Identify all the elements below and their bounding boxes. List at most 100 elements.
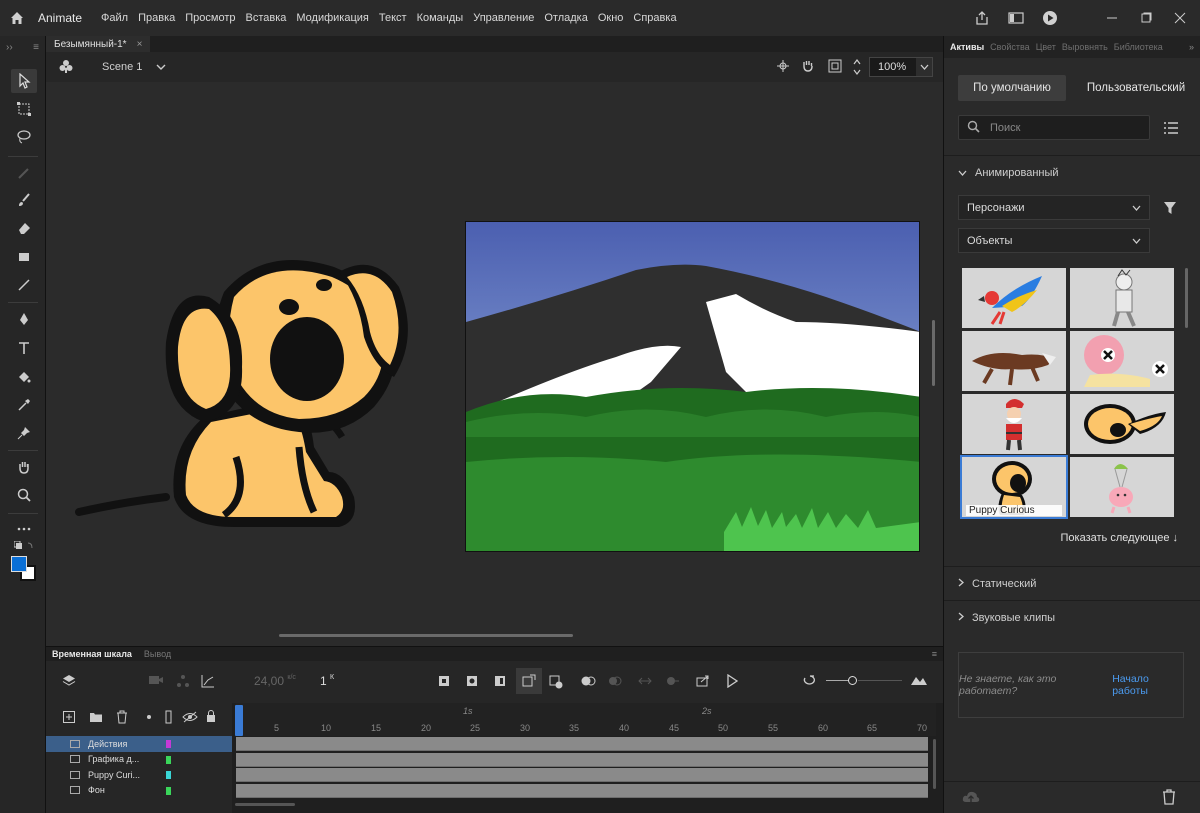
snap-icon[interactable] (776, 59, 790, 76)
menu-window[interactable]: Окно (593, 12, 629, 24)
menu-text[interactable]: Текст (374, 12, 412, 24)
paint-bucket-tool-icon[interactable] (11, 365, 37, 389)
show-next-link[interactable]: Показать следующее ↓ (1061, 532, 1179, 544)
play-icon[interactable] (726, 673, 739, 691)
asset-mummy[interactable] (1070, 268, 1174, 328)
rotate-stage-icon[interactable] (800, 59, 816, 76)
asset-dog-running[interactable] (1070, 394, 1174, 454)
loop-icon[interactable] (802, 675, 816, 690)
assets-scrollbar[interactable] (1185, 268, 1188, 328)
minimize-icon[interactable] (1102, 8, 1122, 28)
playhead[interactable] (235, 705, 243, 736)
custom-assets-button[interactable]: Пользовательский (1080, 75, 1192, 101)
edit-multiple-frames-icon[interactable] (608, 675, 622, 690)
section-sound-clips[interactable]: Звуковые клипы (944, 600, 1200, 634)
brush-tool-icon[interactable] (11, 188, 37, 212)
onion-skin-icon[interactable] (580, 675, 596, 690)
menu-view[interactable]: Просмотр (180, 12, 240, 24)
frame-row[interactable] (236, 752, 928, 767)
tab-properties[interactable]: Свойства (990, 42, 1030, 52)
menu-control[interactable]: Управление (468, 12, 539, 24)
filter-icon[interactable] (1163, 201, 1177, 218)
camera-icon[interactable] (148, 674, 164, 689)
visibility-icon[interactable] (182, 711, 198, 726)
layer-row-graphics[interactable]: Графика д... (46, 752, 232, 768)
menu-debug[interactable]: Отладка (539, 12, 592, 24)
layers-icon[interactable] (62, 674, 76, 691)
fps-display[interactable]: 24,00 к/с (254, 674, 296, 688)
menu-edit[interactable]: Правка (133, 12, 180, 24)
asset-wolf[interactable] (962, 331, 1066, 391)
insert-frame-icon[interactable] (494, 675, 506, 690)
lasso-tool-icon[interactable] (11, 125, 37, 149)
frames-vertical-scrollbar[interactable] (933, 739, 936, 789)
layer-row-actions[interactable]: Действия (46, 736, 232, 752)
pen-disabled-icon[interactable] (11, 161, 37, 185)
zoom-dropdown-icon[interactable] (916, 58, 932, 76)
default-assets-button[interactable]: По умолчанию (958, 75, 1066, 101)
tab-color[interactable]: Цвет (1036, 42, 1056, 52)
delete-layer-icon[interactable] (116, 710, 128, 727)
frame-row[interactable] (236, 783, 928, 798)
puppy-curious-symbol[interactable] (74, 247, 414, 547)
auto-keyframe-icon[interactable] (516, 668, 542, 694)
tab-library[interactable]: Библиотека (1114, 42, 1163, 52)
home-icon[interactable] (0, 0, 34, 36)
asset-pig-balloon[interactable] (1070, 457, 1174, 517)
layer-color-swatch[interactable] (166, 771, 171, 779)
pin-tool-icon[interactable] (11, 421, 37, 445)
zoom-tool-icon[interactable] (11, 483, 37, 507)
fill-color-swatch[interactable] (11, 556, 27, 572)
graph-icon[interactable] (201, 674, 215, 691)
edit-symbols-icon[interactable] (58, 58, 74, 77)
menu-help[interactable]: Справка (628, 12, 681, 24)
pen-tool-icon[interactable] (11, 307, 37, 331)
tab-timeline[interactable]: Временная шкала (52, 649, 132, 659)
asset-parrot[interactable] (962, 268, 1066, 328)
test-movie-icon[interactable] (1040, 8, 1060, 28)
frame-grid[interactable]: 1s 2s 5 10 15 20 25 30 35 40 45 50 55 60… (232, 703, 943, 813)
clip-stage-icon[interactable] (828, 59, 842, 76)
stage-vertical-scrollbar[interactable] (932, 320, 935, 386)
section-static[interactable]: Статический (944, 566, 1200, 600)
new-folder-icon[interactable] (89, 711, 103, 726)
delete-keyframe-icon[interactable] (549, 675, 563, 692)
asset-puppy-curious[interactable]: Puppy Curious (960, 455, 1068, 519)
layer-color-swatch[interactable] (166, 740, 171, 748)
asset-santa[interactable] (962, 394, 1066, 454)
workspace-icon[interactable] (1006, 8, 1026, 28)
color-swatches[interactable] (11, 556, 39, 584)
outline-icon[interactable] (165, 710, 173, 727)
layer-row-background[interactable]: Фон (46, 783, 232, 799)
panel-menu-icon[interactable]: ≡ (33, 42, 39, 53)
rectangle-tool-icon[interactable] (11, 245, 37, 269)
fit-frames-icon[interactable] (910, 674, 928, 689)
line-tool-icon[interactable] (11, 273, 37, 297)
motion-tween-icon[interactable] (666, 675, 680, 690)
zoom-field[interactable]: 100% (869, 57, 933, 77)
menu-modify[interactable]: Модификация (291, 12, 374, 24)
new-layer-icon[interactable] (63, 711, 75, 726)
layer-color-swatch[interactable] (166, 786, 171, 795)
scene-name[interactable]: Scene 1 (102, 61, 142, 73)
frame-row[interactable] (236, 737, 928, 751)
lock-icon[interactable] (206, 710, 216, 726)
insert-keyframe-icon[interactable] (438, 675, 450, 690)
loop-export-icon[interactable] (696, 675, 710, 690)
text-tool-icon[interactable] (11, 336, 37, 360)
eyedropper-tool-icon[interactable] (11, 393, 37, 417)
characters-select[interactable]: Персонажи (958, 195, 1150, 220)
tab-assets[interactable]: Активы (950, 42, 984, 52)
scene-dropdown-icon[interactable] (156, 61, 166, 73)
frame-size-slider-thumb[interactable] (848, 676, 857, 685)
layer-row-puppy[interactable]: Puppy Curi... (46, 767, 232, 783)
maximize-icon[interactable] (1136, 8, 1156, 28)
insert-blank-keyframe-icon[interactable] (466, 675, 478, 690)
cloud-import-icon[interactable] (962, 790, 980, 807)
selection-tool-icon[interactable] (11, 69, 37, 93)
search-input[interactable]: Поиск (958, 115, 1150, 140)
list-view-icon[interactable] (1163, 121, 1179, 138)
collapse-icon[interactable]: ›› (6, 42, 13, 53)
menu-file[interactable]: Файл (96, 12, 133, 24)
highlight-layers-icon[interactable] (147, 715, 151, 719)
